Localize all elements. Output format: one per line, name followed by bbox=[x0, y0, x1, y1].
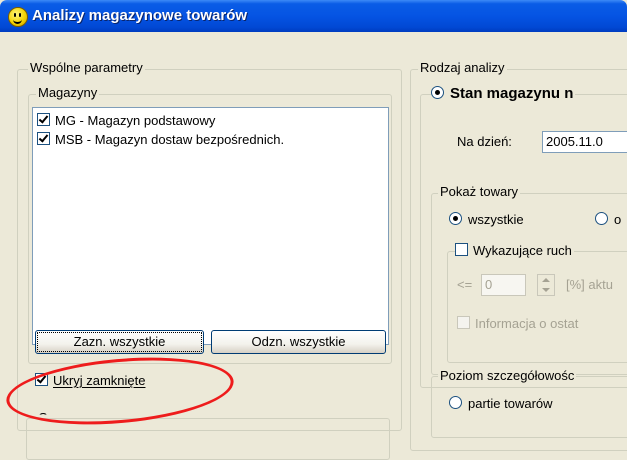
le-label: <= bbox=[457, 277, 473, 292]
checkbox-box[interactable] bbox=[457, 316, 470, 329]
stock-state-label: Stan magazynu n bbox=[450, 85, 574, 102]
percent-spinner[interactable] bbox=[537, 274, 555, 296]
spin-down-icon[interactable] bbox=[542, 288, 550, 292]
detail-level-title: Poziom szczegółowośc bbox=[438, 368, 577, 383]
analysis-type-title: Rodzaj analizy bbox=[418, 60, 507, 75]
percent-suffix: [%] aktu bbox=[566, 277, 613, 292]
warehouses-title: Magazyny bbox=[36, 85, 100, 100]
warehouse-list[interactable]: MG - Magazyn podstawowy MSB - Magazyn do… bbox=[32, 107, 389, 345]
hide-closed-checkbox[interactable]: Ukryj zamknięte bbox=[35, 373, 145, 388]
radio-dot[interactable] bbox=[449, 212, 462, 225]
title-bar[interactable]: Analizy magazynowe towarów bbox=[0, 0, 627, 32]
info-label: Informacja o ostat bbox=[475, 316, 579, 331]
date-label: Na dzień: bbox=[457, 134, 512, 149]
checkbox-box[interactable] bbox=[35, 373, 48, 386]
checkbox-box[interactable] bbox=[455, 243, 468, 256]
smiley-icon bbox=[8, 7, 28, 27]
warehouse-label: MG - Magazyn podstawowy bbox=[55, 113, 216, 128]
radio-dot[interactable] bbox=[449, 396, 462, 409]
show-goods-title: Pokaż towary bbox=[438, 184, 521, 199]
radio-dot[interactable] bbox=[595, 212, 608, 225]
list-item[interactable]: MSB - Magazyn dostaw bezpośrednich. bbox=[37, 132, 284, 149]
info-checkbox[interactable]: Informacja o ostat bbox=[457, 316, 578, 331]
percent-field[interactable]: 0 bbox=[481, 274, 526, 296]
dialog-client: Wspólne parametry Magazyny MG - Magazyn … bbox=[0, 32, 627, 460]
movement-group bbox=[447, 251, 627, 363]
radio-batches[interactable]: partie towarów bbox=[449, 396, 553, 411]
date-field[interactable]: 2005.11.0 bbox=[542, 131, 627, 153]
warehouse-checkbox[interactable] bbox=[37, 132, 50, 145]
select-all-button[interactable]: Zazn. wszystkie bbox=[35, 330, 204, 354]
showing-movement-checkbox[interactable]: Wykazujące ruch bbox=[455, 243, 574, 258]
radio-batches-label: partie towarów bbox=[468, 396, 553, 411]
groups-group bbox=[26, 418, 390, 460]
radio-dot[interactable] bbox=[431, 86, 444, 99]
stock-state-radio[interactable]: Stan magazynu n bbox=[431, 85, 576, 102]
radio-other-label: o bbox=[614, 212, 622, 227]
deselect-all-button[interactable]: Odzn. wszystkie bbox=[211, 330, 386, 354]
radio-other[interactable]: o bbox=[595, 212, 621, 227]
warehouse-label: MSB - Magazyn dostaw bezpośrednich. bbox=[55, 132, 285, 147]
radio-all-label: wszystkie bbox=[468, 212, 524, 227]
list-item[interactable]: MG - Magazyn podstawowy bbox=[37, 113, 215, 130]
hide-closed-label: Ukryj zamknięte bbox=[53, 373, 146, 388]
warehouse-checkbox[interactable] bbox=[37, 113, 50, 126]
common-params-title: Wspólne parametry bbox=[28, 60, 145, 75]
showing-movement-label: Wykazujące ruch bbox=[473, 243, 572, 258]
radio-all[interactable]: wszystkie bbox=[449, 212, 524, 227]
window-title: Analizy magazynowe towarów bbox=[32, 7, 248, 24]
spin-up-icon[interactable] bbox=[542, 278, 550, 282]
